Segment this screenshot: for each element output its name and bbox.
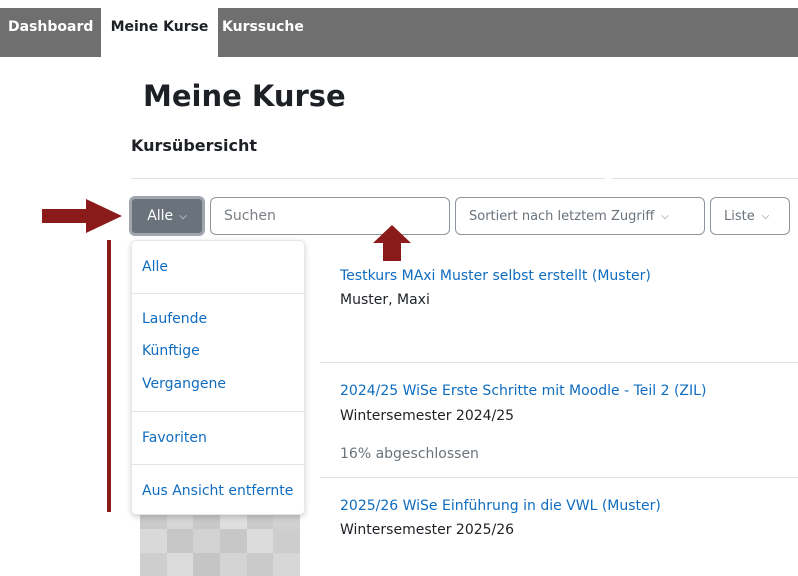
view-label: Liste [724, 208, 755, 224]
sort-dropdown-button[interactable]: Sortiert nach letztem Zugriff ⌵ [455, 197, 705, 235]
row-divider [320, 362, 798, 363]
divider [612, 178, 798, 179]
row-divider [320, 477, 798, 478]
dropdown-item-alle[interactable]: Alle [142, 259, 168, 275]
dropdown-item-laufende[interactable]: Laufende [142, 311, 207, 327]
top-navigation: Dashboard Meine Kurse Kurssuche [0, 8, 798, 57]
tab-kurssuche[interactable]: Kurssuche [222, 8, 322, 57]
dropdown-item-favoriten[interactable]: Favoriten [142, 430, 207, 446]
course-progress: 16% abgeschlossen [340, 446, 479, 462]
filter-dropdown-menu: Alle Laufende Künftige Vergangene Favori… [131, 240, 305, 515]
arrow-up-icon [373, 225, 411, 261]
annotation-line [107, 240, 111, 512]
course-subtitle: Wintersemester 2024/25 [340, 408, 515, 424]
filter-dropdown-button[interactable]: Alle ⌵ [129, 196, 205, 236]
dropdown-item-vergangene[interactable]: Vergangene [142, 376, 226, 392]
view-dropdown-button[interactable]: Liste ⌵ [710, 197, 790, 235]
chevron-down-icon: ⌵ [761, 210, 770, 222]
divider [131, 178, 605, 179]
course-subtitle: Muster, Maxi [340, 292, 430, 308]
arrow-right-icon [42, 199, 122, 233]
dropdown-divider [132, 293, 304, 294]
sort-label: Sortiert nach letztem Zugriff [469, 208, 655, 224]
course-subtitle: Wintersemester 2025/26 [340, 522, 515, 538]
tab-dashboard[interactable]: Dashboard [0, 8, 100, 57]
course-link[interactable]: Testkurs MAxi Muster selbst erstellt (Mu… [340, 268, 651, 284]
search-input[interactable] [210, 197, 450, 235]
course-link[interactable]: 2025/26 WiSe Einführung in die VWL (Must… [340, 498, 661, 514]
dropdown-divider [132, 464, 304, 465]
chevron-down-icon: ⌵ [661, 210, 669, 222]
dropdown-divider [132, 411, 304, 412]
page-title: Meine Kurse [143, 79, 346, 113]
section-title: Kursübersicht [131, 136, 258, 155]
filter-label: Alle [147, 208, 174, 224]
chevron-down-icon: ⌵ [179, 210, 187, 222]
dropdown-item-kuenftige[interactable]: Künftige [142, 343, 200, 359]
dropdown-item-aus-ansicht-entfernte[interactable]: Aus Ansicht entfernte [142, 483, 293, 499]
tab-meine-kurse[interactable]: Meine Kurse [101, 8, 218, 57]
course-link[interactable]: 2024/25 WiSe Erste Schritte mit Moodle -… [340, 383, 706, 399]
